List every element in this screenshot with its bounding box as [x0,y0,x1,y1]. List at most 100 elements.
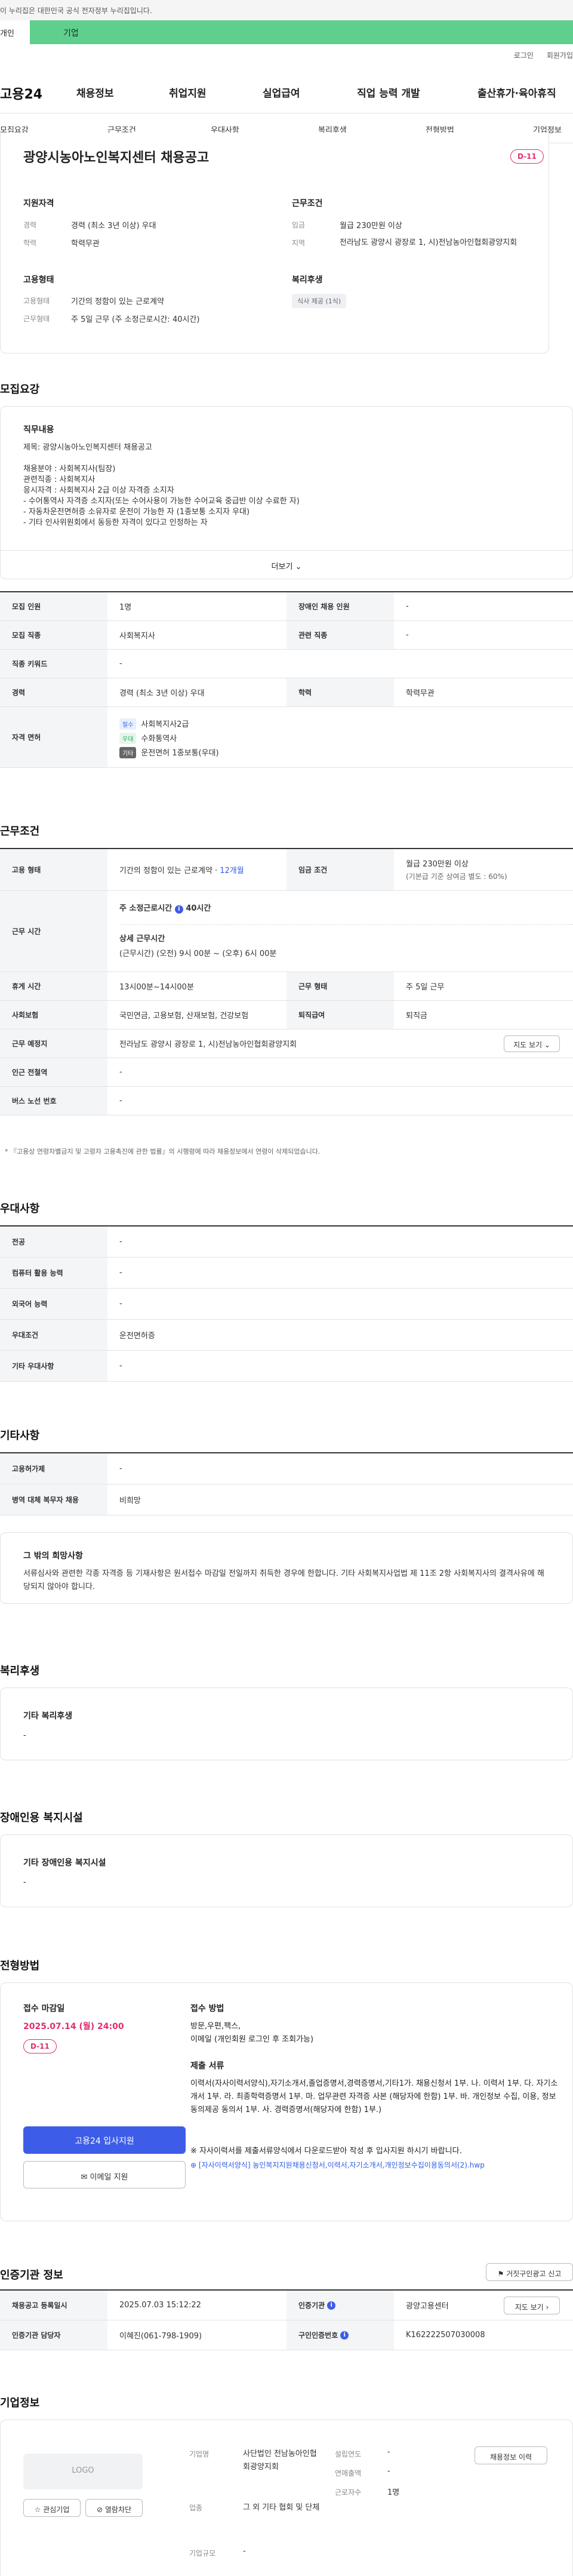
sales-value: - [387,2467,390,2476]
tab-individual[interactable]: 개인 [0,20,30,44]
td-disabled-headcount: - [406,602,409,611]
th-other-preference: 기타 우대사항 [0,1351,107,1381]
qualification-title: 지원자격 [23,199,54,208]
job-desc-line: - 수어통역사 자격증 소지자(또는 수어사용이 가능한 수어교육 중급반 이상… [23,497,300,506]
method-text: 방문,우편,팩스, 이메일 (개인회원 로그인 후 조회가능) [190,2022,314,2044]
emp-title: 고용형태 [23,275,54,285]
th-major: 전공 [0,1226,107,1257]
table-row: 전공 - [0,1226,573,1258]
login-link[interactable]: 로그인 [514,51,534,60]
td-related-job: - [406,631,409,640]
th-preferred-condition: 우대조건 [0,1320,107,1350]
cert-map-button[interactable]: 지도 보기 › [504,2297,560,2314]
company-card: LOGO ☆ 관심기업 ⊘ 열람차단 기업명 사단법인 전남농아인협회광양지회 … [0,2420,573,2576]
employees-label: 근로자수 [335,2488,362,2497]
th-cert-manager: 인증기관 담당자 [0,2320,107,2350]
job-desc-line: 채용분야 : 사회복지사(팀장) [23,465,116,474]
sales-label: 연매출액 [335,2469,362,2477]
table-row: 근무 예정지 전라남도 광양시 광장로 1, 시)전남농아인협회광양지회 지도 … [0,1029,573,1058]
career-value: 경력 (최소 3년 이상) 우대 [71,222,156,230]
map-view-button[interactable]: 지도 보기 ⌄ [504,1035,560,1052]
tab-business[interactable]: 기업 [30,20,573,44]
preference-table: 전공 - 컴퓨터 활용 능력 - 외국어 능력 - 우대조건 운전면허증 기타 우대사항… [0,1225,573,1382]
wage-amount: 월급 230만원 이상 [406,860,469,869]
td-military-service: 비희망 [119,1496,141,1505]
table-row: 직종 키워드 - [0,650,573,678]
cert-table: 채용공고 등록일시 2025.07.03 15:12:22 인증기관 i 광양고… [0,2289,573,2350]
company-section-title: 기업정보 [0,2397,40,2409]
th-retirement: 퇴직급여 [286,1001,394,1029]
other-wishes-text: 서류심사와 관련한 각종 자격증 등 기재사항은 원서접수 마감일 전일까지 취… [23,1569,544,1591]
cert-section-title: 인증기관 정보 [0,2269,63,2282]
block-company-button[interactable]: ⊘ 열람차단 [85,2499,143,2517]
td-register-date: 2025.07.03 15:12:22 [119,2301,201,2310]
email-apply-button[interactable]: ✉ 이메일 지원 [23,2161,186,2188]
job-desc-line: 제목: 광양시농아노인복지센터 채용공고 [23,443,152,452]
gnb-item-unemployment-benefit[interactable]: 실업급여 [263,85,300,100]
info-icon[interactable]: i [174,905,183,914]
global-nav: 고용24 채용정보 취업지원 실업급여 직업 능력 개발 출산휴가·육아휴직 [0,72,573,113]
th-subway: 인근 전철역 [0,1058,107,1086]
etc-section-title: 기타사항 [0,1430,40,1442]
th-headcount: 모집 인원 [0,592,107,620]
td-retirement: 퇴직금 [406,1012,427,1020]
license-item: 우대 수화통역사 [119,732,573,746]
license-name: 사회복지사2급 [141,720,189,729]
th-register-date: 채용공고 등록일시 [0,2291,107,2320]
chevron-down-icon: ⌄ [544,1041,550,1049]
disabled-section-title: 장애인용 복지시설 [0,1812,83,1824]
star-icon: ☆ [34,2506,41,2514]
deadline-dday-badge: D-11 [23,2039,57,2054]
th-job-type: 모집 직종 [0,621,107,649]
info-icon[interactable]: i [340,2331,349,2340]
apply-button[interactable]: 고용24 입사지원 [23,2126,186,2154]
founded-value: - [387,2448,390,2457]
edu-value: 학력무관 [71,239,100,248]
report-button[interactable]: ⚑ 거짓구인광고 신고 [486,2263,573,2281]
gnb-item-employment-support[interactable]: 취업지원 [169,85,207,100]
th-cert-org: 인증기관 i [286,2291,394,2320]
table-row: 고용허가제 - [0,1453,573,1484]
favorite-company-button[interactable]: ☆ 관심기업 [23,2499,81,2517]
more-button[interactable]: 더보기 ⌄ [1,550,572,580]
process-section-title: 전형방법 [0,1960,40,1972]
contract-period: 12개월 [220,866,244,875]
th-job-keyword: 직종 키워드 [0,650,107,678]
table-row: 인증기관 담당자 이혜진(061-798-1909) 구인인증번호 i K162… [0,2320,573,2350]
th-education: 학력 [286,678,394,706]
table-row: 모집 인원 1명 장애인 채용 인원 - [0,592,573,621]
welfare-box-title: 기타 복리후생 [23,1711,73,1721]
gnb-item-jobs[interactable]: 채용정보 [76,85,114,100]
info-icon[interactable]: i [327,2301,336,2310]
td-subway: - [119,1068,122,1077]
preference-section-title: 우대사항 [0,1203,40,1215]
license-badge-required: 필수 [119,718,137,730]
gnb-item-parental-leave[interactable]: 출산휴가·육아휴직 [478,85,556,100]
th-work-form: 근무 형태 [286,972,394,1000]
resume-file-link[interactable]: ⊕ [자사이력서양식] 농인복지지원채용신청서,이력서,자기소개서,개인정보수집… [190,2160,560,2170]
job-desc-line: - 기타 인사위원회에서 동등한 자격이 있다고 인정하는 자 [23,518,208,527]
user-type-tabs: 개인 기업 [0,20,573,44]
th-wage: 임금 조건 [286,849,394,890]
emptype-value: 기간의 정함이 있는 근로계약 [71,297,164,306]
license-badge-preferred: 우대 [119,733,137,744]
wage-note: (기본급 기준 상여금 별도 : 60%) [406,872,507,881]
chevron-right-icon: › [546,2303,549,2311]
td-career: 경력 (최소 3년 이상) 우대 [119,689,205,698]
join-link[interactable]: 회원가입 [547,51,573,60]
td-job-keyword: - [119,659,122,668]
util-links: 로그인 회원가입 [501,50,573,60]
license-name: 운전면허 1종보통(우대) [141,749,219,758]
welfare-card: 기타 복리후생 - [0,1687,573,1760]
job-history-button[interactable]: 채용정보 이력 [475,2446,547,2464]
disabled-box-title: 기타 장애인용 복지시설 [23,1858,106,1868]
company-name-value[interactable]: 사단법인 전남농아인협회광양지회 [243,2448,321,2474]
industry-value: 그 외 기타 협회 및 단체 [243,2503,320,2512]
employees-value: 1명 [387,2488,400,2497]
welfare-tag: 식사 제공 (1식) [292,294,347,308]
gnb-item-training[interactable]: 직업 능력 개발 [357,85,420,100]
site-logo[interactable]: 고용24 [0,84,42,103]
th-computer: 컴퓨터 활용 능력 [0,1258,107,1288]
emptype-label: 고용형태 [23,297,50,305]
td-job-type: 사회복지사 [119,632,155,641]
